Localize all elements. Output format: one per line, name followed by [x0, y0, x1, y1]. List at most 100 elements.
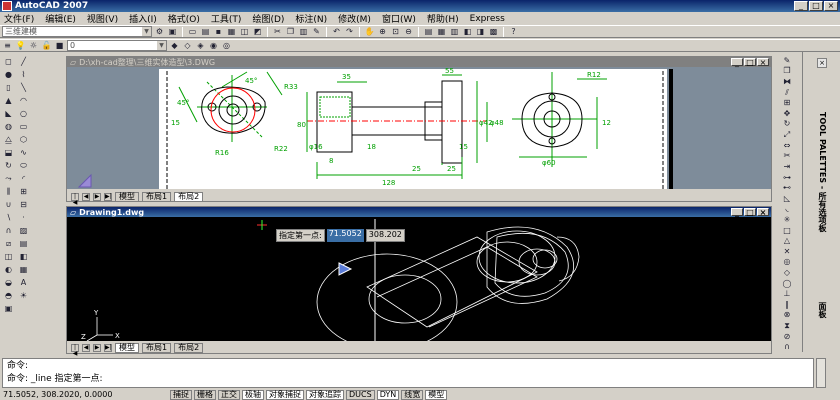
table-icon[interactable]: ▦	[17, 264, 30, 275]
fillet-icon[interactable]: ◟	[781, 205, 793, 215]
snap-toggle[interactable]: 捕捉	[170, 389, 192, 400]
properties-icon[interactable]: ▤	[423, 26, 434, 37]
shade-icon[interactable]: ◐	[2, 264, 15, 275]
copy-object-icon[interactable]: ❐	[781, 67, 793, 77]
doc2-close-button[interactable]: ×	[757, 208, 769, 217]
hatch-icon[interactable]: ▨	[17, 225, 30, 236]
break-icon[interactable]: ⊶	[781, 173, 793, 183]
insert-block-icon[interactable]: ⊞	[17, 186, 30, 197]
zoom-previous-icon[interactable]: ⊖	[403, 26, 414, 37]
sheet-set-icon[interactable]: ◧	[462, 26, 473, 37]
doc1-tab-layout1[interactable]: 布局1	[142, 192, 172, 202]
polar-toggle[interactable]: 极轴	[242, 389, 264, 400]
doc2-tab-layout1[interactable]: 布局1	[142, 343, 172, 353]
join-icon[interactable]: ⊷	[781, 183, 793, 193]
erase-icon[interactable]: ✎	[781, 56, 793, 66]
prev-tab-icon[interactable]: ◀	[82, 344, 90, 352]
doc1-tab-model[interactable]: 模型	[115, 192, 139, 202]
last-tab-icon[interactable]: ▶|	[104, 344, 112, 352]
mirror-icon[interactable]: ⧓	[781, 77, 793, 87]
scale-icon[interactable]: ⤢	[781, 130, 793, 140]
preview-icon[interactable]: ◫	[239, 26, 250, 37]
zoom-window-icon[interactable]: ⊡	[390, 26, 401, 37]
first-tab-icon[interactable]: |◀	[71, 344, 79, 357]
close-icon[interactable]: ×	[817, 58, 827, 68]
publish-icon[interactable]: ◩	[252, 26, 263, 37]
gradient-icon[interactable]: ▤	[17, 238, 30, 249]
match-properties-icon[interactable]: ✎	[311, 26, 322, 37]
sphere-icon[interactable]: ●	[2, 69, 15, 80]
snap-intersection-icon[interactable]: ✕	[781, 247, 793, 257]
snap-center-icon[interactable]: ◎	[781, 258, 793, 268]
move-icon[interactable]: ✥	[781, 109, 793, 119]
workspace-save-icon[interactable]: ▣	[167, 26, 178, 37]
next-tab-icon[interactable]: ▶	[93, 193, 101, 201]
redo-icon[interactable]: ↷	[344, 26, 355, 37]
loft-icon[interactable]: ⫼	[2, 186, 15, 197]
next-tab-icon[interactable]: ▶	[93, 344, 101, 352]
extend-icon[interactable]: ⇥	[781, 162, 793, 172]
first-tab-icon[interactable]: |◀	[71, 193, 79, 206]
layer-unlock-icon[interactable]: 🔓	[41, 40, 52, 51]
save-icon[interactable]: ▪	[213, 26, 224, 37]
lineweight-toggle[interactable]: 线宽	[401, 389, 424, 400]
polygon-icon[interactable]: ⬡	[17, 134, 30, 145]
doc1-minimize-button[interactable]: _	[731, 58, 743, 67]
menu-view[interactable]: 视图(V)	[87, 12, 118, 25]
slice-icon[interactable]: ⧄	[2, 238, 15, 249]
revolve-icon[interactable]: ↻	[2, 160, 15, 171]
workspace-settings-icon[interactable]: ⚙	[154, 26, 165, 37]
make-current-layer-icon[interactable]: ◆	[169, 40, 180, 51]
materials-icon[interactable]: ◓	[2, 290, 15, 301]
intersect-icon[interactable]: ∩	[2, 225, 15, 236]
print-icon[interactable]: ▦	[226, 26, 237, 37]
doc2-maximize-button[interactable]: □	[744, 208, 756, 217]
tool-palettes-icon[interactable]: ▥	[449, 26, 460, 37]
torus-icon[interactable]: ◍	[2, 121, 15, 132]
make-block-icon[interactable]: ⊟	[17, 199, 30, 210]
doc2-tab-layout2[interactable]: 布局2	[174, 343, 204, 353]
layer-combo[interactable]: 0 ▼	[67, 40, 167, 51]
region-icon[interactable]: ◧	[17, 251, 30, 262]
menu-edit[interactable]: 编辑(E)	[45, 12, 76, 25]
palette-footer[interactable]: 面板	[817, 302, 828, 318]
rotate-icon[interactable]: ↻	[781, 120, 793, 130]
polyline-icon[interactable]: ⌇	[17, 69, 30, 80]
ellipse-icon[interactable]: ⬭	[17, 160, 30, 171]
cone-icon[interactable]: ▲	[2, 95, 15, 106]
new-file-icon[interactable]: ▭	[187, 26, 198, 37]
snap-quadrant-icon[interactable]: ◇	[781, 268, 793, 278]
snap-perpendicular-icon[interactable]: ⊥	[781, 289, 793, 299]
lights-icon[interactable]: ☀	[17, 290, 30, 301]
workspace-combo[interactable]: 三维建模 ▼	[2, 26, 152, 37]
spline-icon[interactable]: ∿	[17, 147, 30, 158]
union-icon[interactable]: ∪	[2, 199, 15, 210]
dynamic-input-y[interactable]: 308.202	[365, 229, 405, 242]
subtract-icon[interactable]: ∖	[2, 212, 15, 223]
doc1-canvas[interactable]: 45° 45° R33 15 R16 R22 35 55 80 25 8 R12…	[67, 67, 771, 189]
menu-help[interactable]: 帮助(H)	[427, 12, 459, 25]
minimize-button[interactable]: _	[794, 1, 808, 11]
layer-manager-icon[interactable]: ≡	[2, 40, 13, 51]
layer-on-icon[interactable]: 💡	[15, 40, 26, 51]
last-tab-icon[interactable]: ▶|	[104, 193, 112, 201]
arc-icon[interactable]: ◠	[17, 95, 30, 106]
chamfer-icon[interactable]: ◺	[781, 194, 793, 204]
section-icon[interactable]: ◫	[2, 251, 15, 262]
menu-express[interactable]: Express	[470, 14, 505, 24]
snap-nearest-icon[interactable]: ⧗	[781, 321, 793, 331]
pan-icon[interactable]: ✋	[364, 26, 375, 37]
cut-icon[interactable]: ✂	[272, 26, 283, 37]
point-icon[interactable]: ·	[17, 212, 30, 223]
menu-modify[interactable]: 修改(M)	[338, 12, 371, 25]
doc2-tab-model[interactable]: 模型	[115, 343, 139, 353]
construction-line-icon[interactable]: ╲	[17, 82, 30, 93]
close-button[interactable]: ×	[824, 1, 838, 11]
markup-icon[interactable]: ◨	[475, 26, 486, 37]
menu-window[interactable]: 窗口(W)	[382, 12, 416, 25]
dyn-toggle[interactable]: DYN	[376, 389, 400, 400]
menu-draw[interactable]: 绘图(D)	[252, 12, 284, 25]
cylinder-icon[interactable]: ▯	[2, 82, 15, 93]
open-file-icon[interactable]: ▤	[200, 26, 211, 37]
paste-icon[interactable]: ▥	[298, 26, 309, 37]
